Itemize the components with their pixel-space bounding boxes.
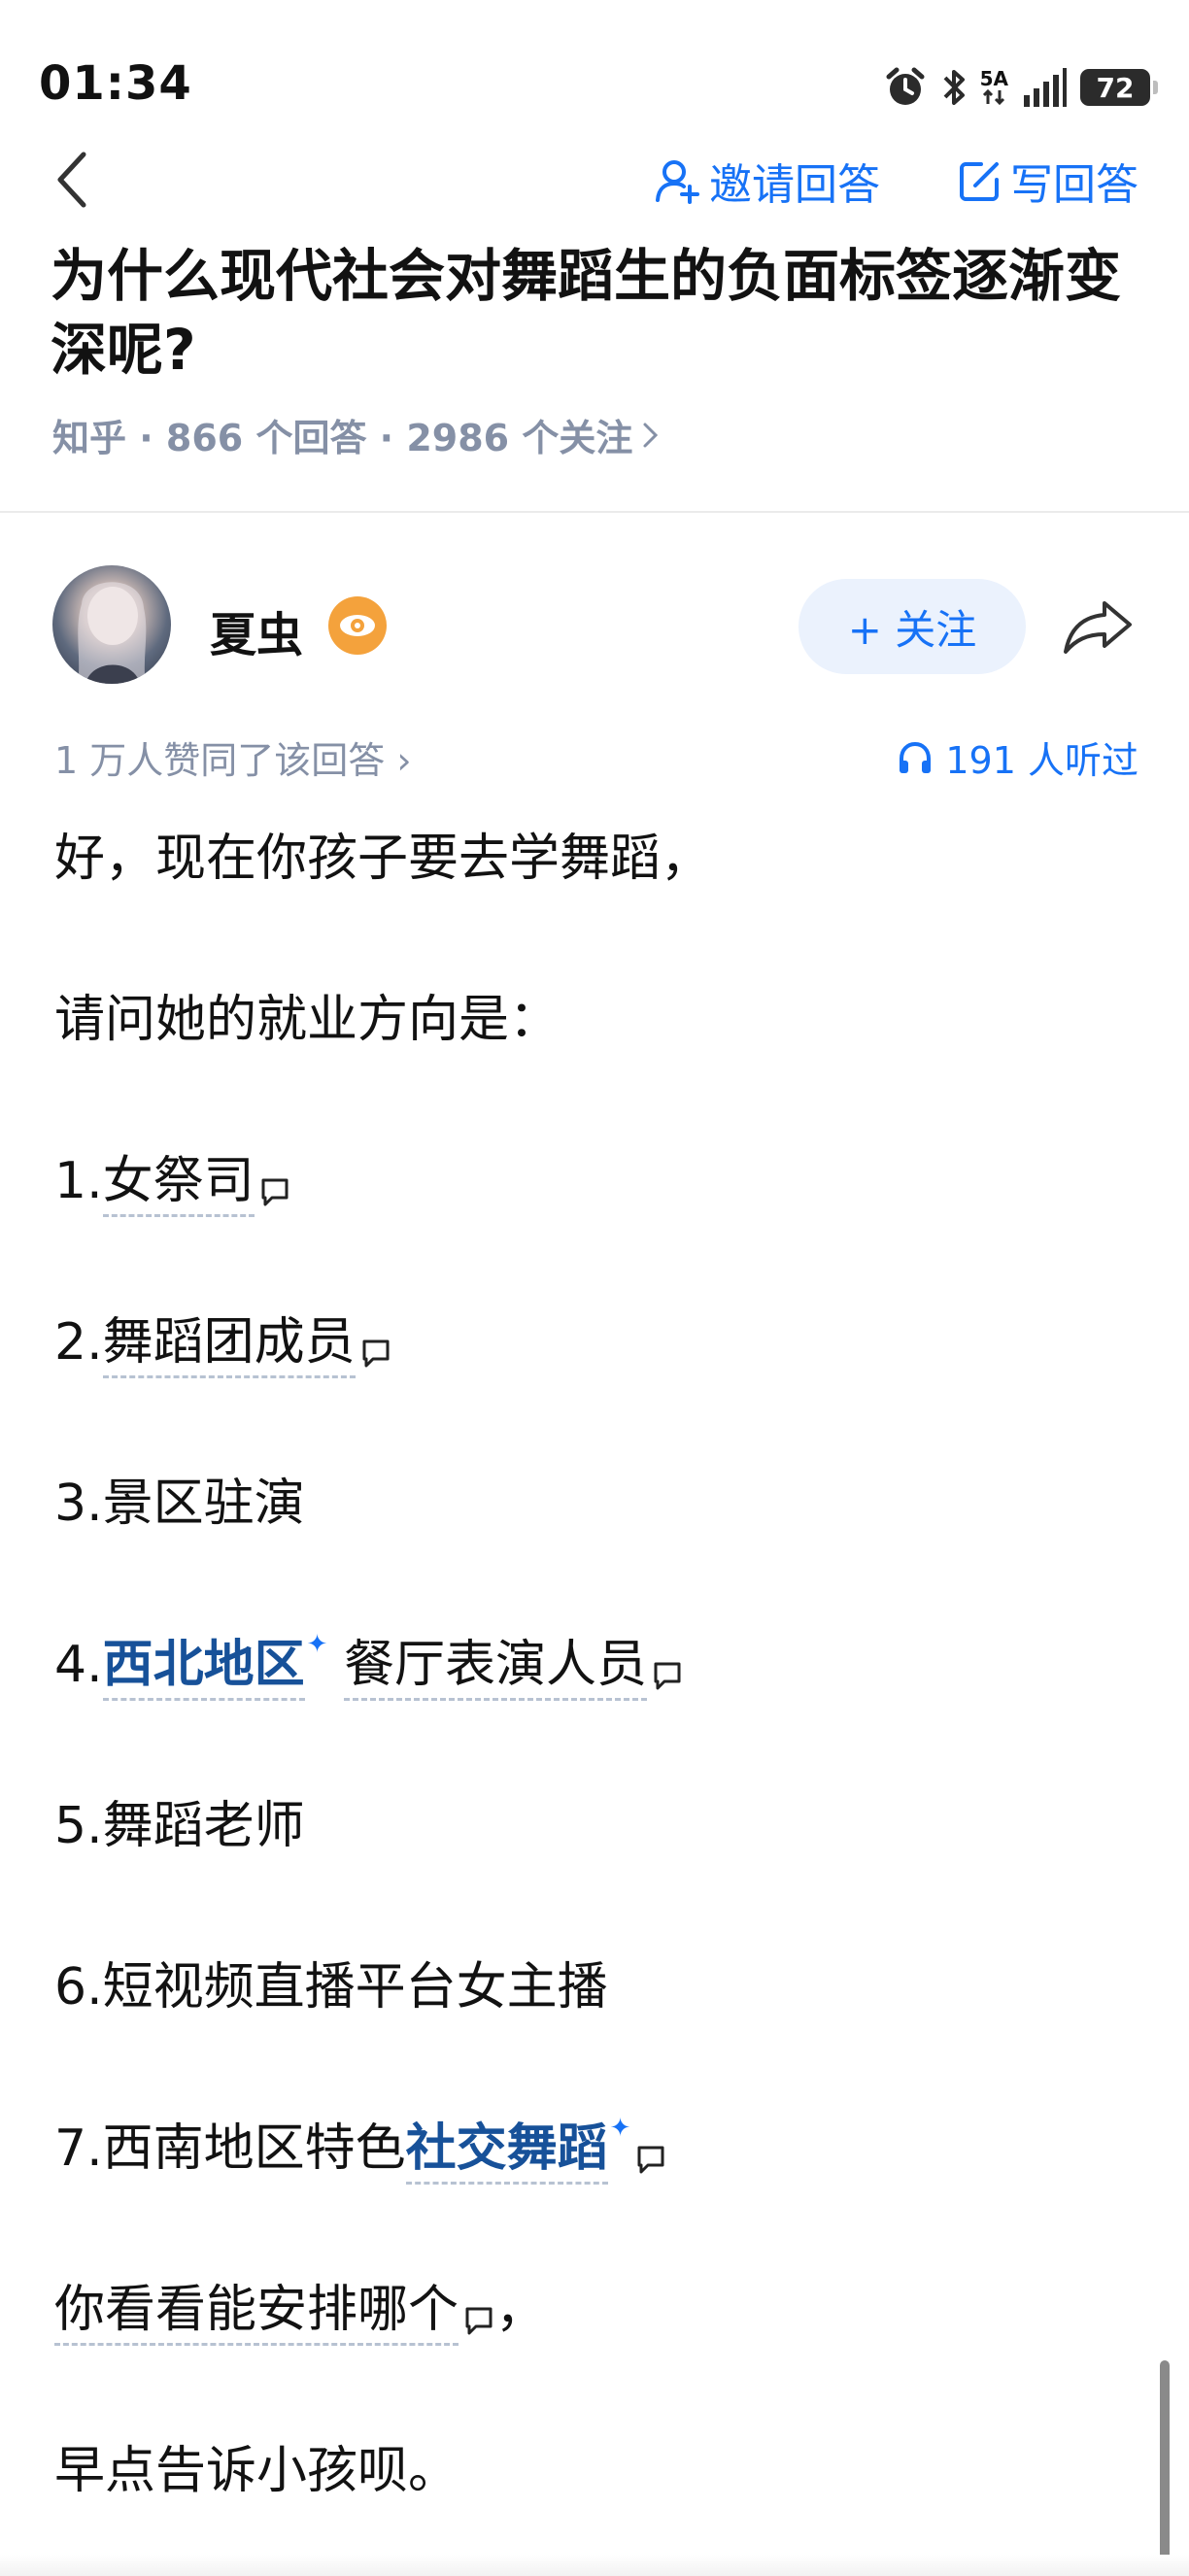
annotated-text[interactable]: 你看看能安排哪个 <box>54 2281 459 2346</box>
keyword-link[interactable]: 社交舞蹈 <box>405 2119 608 2185</box>
network-label: 5A <box>979 67 1008 90</box>
battery-level: 72 <box>1096 71 1135 104</box>
invite-user-icon <box>656 160 699 204</box>
follow-button-label: + 关注 <box>847 605 977 654</box>
answer-paragraph: 好，现在你孩子要去学舞蹈， <box>54 830 712 888</box>
upvote-info[interactable]: 1 万人赞同了该回答 › <box>54 730 412 784</box>
share-icon <box>1064 601 1132 654</box>
listen-count-text: 191 人听过 <box>945 739 1138 782</box>
item-number: 1. <box>54 1152 103 1210</box>
answer-list-item: 1.女祭司 <box>54 1142 1133 1304</box>
answer-list-item: 4.西北地区✦ 餐厅表演人员 <box>54 1626 1133 1787</box>
sparkle-icon: ✦ <box>306 1630 328 1659</box>
comment-bubble-icon[interactable] <box>258 1175 291 1208</box>
answer-list-item: 3.景区驻演 <box>54 1474 305 1533</box>
back-arrow-icon <box>57 152 86 208</box>
question-meta[interactable]: 知乎 · 866 个回答 · 2986 个关注 <box>52 408 660 461</box>
edit-icon <box>960 162 999 201</box>
share-button[interactable] <box>1059 593 1137 661</box>
scrollbar-thumb[interactable] <box>1160 2360 1170 2576</box>
bluetooth-icon <box>943 70 965 105</box>
comment-bubble-icon[interactable] <box>359 1337 392 1370</box>
answer-list-item: 2.舞蹈团成员 <box>54 1304 1133 1465</box>
avatar-portrait-icon <box>78 582 147 684</box>
answer-content: 好，现在你孩子要去学舞蹈， 请问她的就业方向是： 1.女祭司 2.舞蹈团成员 3… <box>54 820 1133 2576</box>
annotated-text[interactable]: 餐厅表演人员 <box>343 1636 647 1701</box>
answer-paragraph: 你看看能安排哪个 ， <box>54 2271 1133 2432</box>
back-button[interactable] <box>54 146 113 214</box>
question-title[interactable]: 为什么现代社会对舞蹈生的负面标签逐渐变深呢? <box>51 239 1138 387</box>
network-type: 5A <box>980 69 1008 106</box>
answer-paragraph: 请问她的就业方向是： <box>54 991 561 1049</box>
sparkle-icon: ✦ <box>609 2114 631 2143</box>
section-divider <box>0 511 1189 513</box>
bottom-edge <box>0 2555 1189 2576</box>
annotated-text[interactable]: 舞蹈团成员 <box>102 1313 356 1378</box>
answer-list-item: 6.短视频直播平台女主播 <box>54 1958 608 2017</box>
author-name[interactable]: 夏虫 <box>210 596 303 664</box>
battery-indicator: 72 <box>1080 69 1158 106</box>
listen-info[interactable]: 191 人听过 <box>897 730 1138 784</box>
annotated-text[interactable]: 女祭司 <box>102 1152 255 1217</box>
write-answer-label: 写回答 <box>1010 160 1138 210</box>
question-meta-text: 知乎 · 866 个回答 · 2986 个关注 <box>52 417 633 459</box>
invite-answer-button[interactable]: 邀请回答 <box>655 153 880 210</box>
keyword-link[interactable]: 西北地区 <box>102 1636 305 1701</box>
punctuation: ， <box>495 2281 547 2339</box>
answer-list-item: 7.西南地区特色社交舞蹈✦ <box>54 2110 1133 2271</box>
author-badge-icon[interactable] <box>328 596 387 655</box>
comment-bubble-icon[interactable] <box>462 2304 495 2337</box>
comment-bubble-icon[interactable] <box>651 1659 684 1692</box>
author-avatar[interactable] <box>52 565 171 684</box>
item-number: 4. <box>54 1636 103 1694</box>
chevron-right-icon: › <box>396 739 412 782</box>
upvote-text: 1 万人赞同了该回答 <box>54 739 386 782</box>
status-icons: 5A 72 <box>883 62 1158 113</box>
eye-badge-icon <box>340 615 375 636</box>
comment-bubble-icon[interactable] <box>634 2143 667 2176</box>
item-text: 7.西南地区特色 <box>54 2119 406 2178</box>
status-time: 01:34 <box>39 56 192 111</box>
nav-bar: 邀请回答 写回答 <box>0 136 1189 223</box>
signal-icon <box>1024 68 1067 107</box>
alarm-icon <box>886 67 925 105</box>
follow-button[interactable]: + 关注 <box>798 579 1026 674</box>
invite-answer-label: 邀请回答 <box>709 160 880 210</box>
chevron-right-icon <box>643 423 659 447</box>
data-arrows-icon <box>983 88 1005 106</box>
headphones-icon <box>900 741 932 773</box>
status-bar: 01:34 5A 72 <box>0 0 1189 136</box>
answer-list-item: 5.舞蹈老师 <box>54 1797 305 1855</box>
write-answer-button[interactable]: 写回答 <box>958 153 1138 210</box>
item-number: 2. <box>54 1313 103 1372</box>
